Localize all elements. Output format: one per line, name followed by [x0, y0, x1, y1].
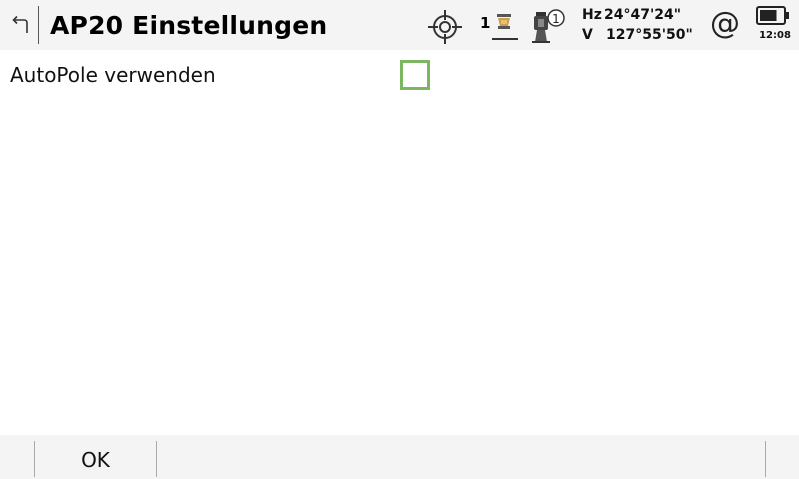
hz-value: 24°47'24" [604, 7, 682, 23]
instrument-face-number: 1 [552, 12, 560, 26]
hz-row: Hz 24°47'24" [580, 5, 700, 25]
softkey-divider [765, 441, 766, 477]
hz-label: Hz [582, 7, 602, 23]
v-value: 127°55'50" [606, 27, 693, 43]
back-arrow-icon [12, 15, 28, 33]
autopole-checkbox[interactable] [400, 60, 430, 90]
title-bar: AP20 Einstellungen 1 1 Hz 24°47'24" V 12… [0, 0, 799, 50]
clock-time: 12:08 [759, 30, 791, 41]
app-window: AP20 Einstellungen 1 1 Hz 24°47'24" V 12… [0, 0, 799, 479]
prism-indicator[interactable]: 1 [478, 11, 518, 43]
angle-readout: Hz 24°47'24" V 127°55'50" [580, 5, 700, 47]
settings-panel: AutoPole verwenden [0, 50, 799, 435]
prism-number: 1 [480, 14, 491, 32]
v-row: V 127°55'50" [580, 25, 700, 45]
connection-status-icon[interactable]: @ [707, 6, 743, 42]
softkey-divider [156, 441, 157, 477]
setting-row-autopole: AutoPole verwenden [0, 58, 799, 94]
header-divider [38, 6, 39, 44]
battery-icon[interactable] [756, 5, 792, 27]
instrument-face-icon[interactable]: 1 [528, 6, 568, 46]
back-button[interactable] [8, 12, 32, 38]
v-label: V [582, 27, 593, 43]
autopole-label: AutoPole verwenden [10, 63, 216, 87]
page-title: AP20 Einstellungen [50, 11, 328, 40]
prism-pole-icon [492, 14, 518, 40]
crosshair-target-icon[interactable] [427, 9, 463, 45]
softkey-bar: OK [0, 435, 799, 479]
ok-button[interactable]: OK [35, 435, 156, 479]
